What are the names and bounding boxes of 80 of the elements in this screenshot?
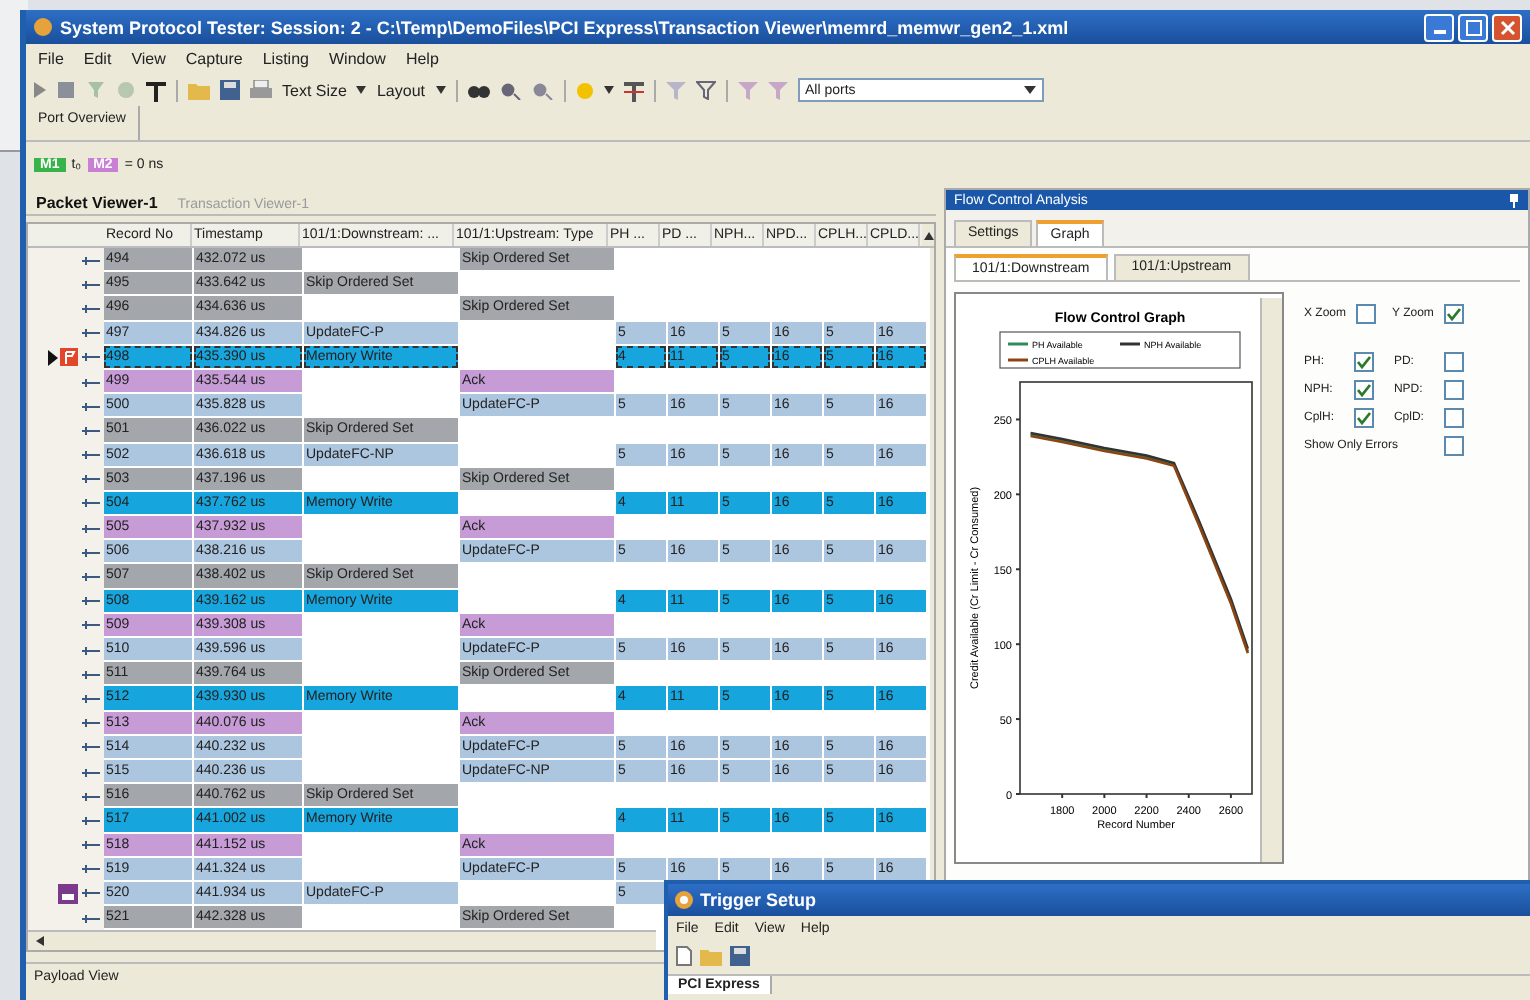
- caret-icon[interactable]: [435, 86, 445, 94]
- stop-icon[interactable]: [56, 80, 76, 100]
- menu-item[interactable]: Edit: [83, 50, 112, 68]
- tree-expander-icon[interactable]: [82, 570, 100, 585]
- tree-expander-icon[interactable]: [82, 350, 100, 365]
- play-icon[interactable]: [34, 80, 46, 100]
- tree-expander-icon[interactable]: [82, 472, 100, 487]
- close-button[interactable]: [1492, 13, 1522, 41]
- tree-expander-icon[interactable]: [82, 911, 100, 926]
- checkbox[interactable]: [1443, 304, 1464, 324]
- text-icon[interactable]: [146, 79, 166, 101]
- tree-expander-icon[interactable]: [82, 496, 100, 511]
- tree-expander-icon[interactable]: [82, 326, 100, 341]
- text-size-dropdown[interactable]: Text Size: [282, 81, 347, 99]
- filter-outline-icon[interactable]: [695, 80, 715, 100]
- new-file-icon[interactable]: [676, 946, 692, 966]
- tree-expander-icon[interactable]: [82, 423, 100, 438]
- checkbox[interactable]: [1443, 436, 1464, 456]
- tree-expander-icon[interactable]: [82, 399, 100, 414]
- app-icon: [674, 890, 694, 910]
- checkbox[interactable]: [1356, 304, 1377, 324]
- tree-expander-icon[interactable]: [82, 886, 100, 901]
- tree-expander-icon[interactable]: [82, 691, 100, 706]
- tree-expander-icon[interactable]: [82, 862, 100, 877]
- menu-item[interactable]: Capture: [185, 50, 243, 68]
- row-pointer-icon: [48, 349, 58, 366]
- maximize-icon: [1465, 19, 1481, 35]
- scroll-up-button[interactable]: [922, 224, 934, 246]
- tree-expander-icon[interactable]: [82, 618, 100, 633]
- maximize-button[interactable]: [1458, 13, 1488, 41]
- menu-item[interactable]: Listing: [262, 50, 309, 68]
- save-icon[interactable]: [220, 80, 240, 100]
- dropdown-arrow-icon[interactable]: [603, 86, 613, 94]
- menu-item[interactable]: Window: [328, 50, 386, 68]
- window-title: Trigger Setup: [700, 890, 817, 910]
- text-marker-icon[interactable]: [623, 79, 643, 101]
- layout-dropdown[interactable]: Layout: [376, 81, 425, 99]
- viewer-tab[interactable]: Packet Viewer-1: [26, 192, 168, 214]
- scroll-left-icon: [36, 936, 44, 947]
- checkbox[interactable]: [1353, 352, 1374, 372]
- tree-expander-icon[interactable]: [82, 448, 100, 463]
- tree-expander-icon[interactable]: [82, 253, 100, 268]
- tree-expander-icon[interactable]: [82, 277, 100, 292]
- menu-item[interactable]: Help: [405, 50, 439, 68]
- binoculars-icon[interactable]: [467, 80, 489, 100]
- app-icon: [34, 18, 52, 36]
- checkbox[interactable]: [1443, 352, 1464, 372]
- tree-expander-icon[interactable]: [82, 765, 100, 780]
- horizontal-scrollbar[interactable]: [28, 930, 656, 951]
- marker-icon[interactable]: [575, 81, 593, 99]
- tree-expander-icon[interactable]: [82, 301, 100, 316]
- pin-icon[interactable]: [1508, 193, 1520, 207]
- tree-expander-icon[interactable]: [82, 813, 100, 828]
- window-title: System Protocol Tester: Session: 2 - C:\Temp\DemoFiles\PCI Express\Transaction Viewer\memrd_memwr_gen2_1.xml: [60, 17, 1071, 37]
- checkbox[interactable]: [1443, 380, 1464, 400]
- tree-expander-icon[interactable]: [82, 740, 100, 755]
- minimize-icon: [1433, 30, 1445, 34]
- minimize-button[interactable]: [1424, 13, 1454, 41]
- tree-expander-icon[interactable]: [82, 521, 100, 536]
- tree-expander-icon[interactable]: [82, 545, 100, 560]
- tree-expander-icon[interactable]: [82, 716, 100, 731]
- checkbox[interactable]: [1443, 408, 1464, 428]
- save-icon[interactable]: [730, 946, 750, 966]
- checkbox[interactable]: [1353, 408, 1374, 428]
- close-icon: [1499, 19, 1515, 35]
- checkbox[interactable]: [1353, 380, 1374, 400]
- tree-expander-icon[interactable]: [82, 667, 100, 682]
- caret-icon[interactable]: [356, 86, 367, 94]
- find-next-icon[interactable]: [531, 80, 553, 100]
- dropdown-arrow-icon: [1023, 86, 1035, 94]
- find-previous-icon[interactable]: [499, 80, 521, 100]
- tree-expander-icon[interactable]: [82, 789, 100, 804]
- vertical-scrollbar[interactable]: [1260, 298, 1282, 862]
- menu-item[interactable]: View: [131, 50, 166, 68]
- scroll-up-icon: [923, 231, 933, 239]
- tree-expander-icon[interactable]: [82, 643, 100, 658]
- menu-item[interactable]: File: [38, 50, 64, 68]
- tree-expander-icon[interactable]: [82, 594, 100, 609]
- tree-expander-icon[interactable]: [82, 838, 100, 853]
- tree-expander-icon[interactable]: [82, 375, 100, 390]
